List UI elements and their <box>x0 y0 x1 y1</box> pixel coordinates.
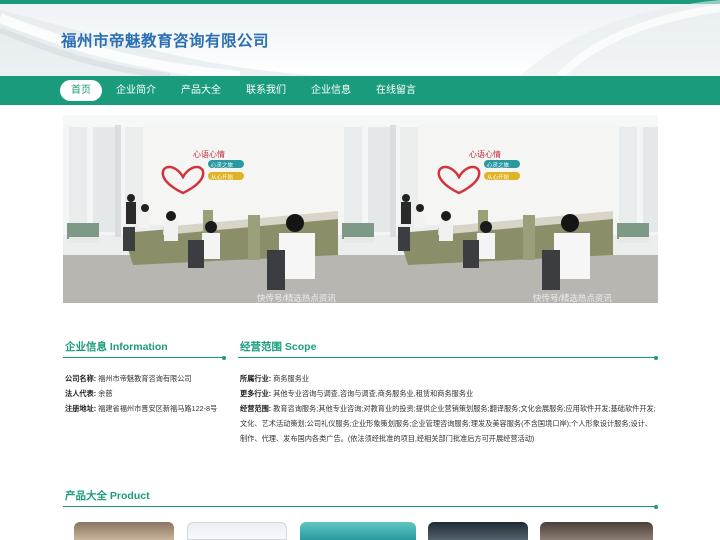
info-legal-rep: 法人代表: 余慈 <box>65 386 113 401</box>
info-legal-rep-label: 法人代表: <box>65 389 97 398</box>
products-title: 产品大全 Product <box>65 490 150 502</box>
product-thumb-3[interactable] <box>300 522 416 540</box>
product-thumb-1[interactable] <box>74 522 174 540</box>
scope-industry-label: 所属行业: <box>240 374 272 383</box>
scope-industry-value: 商务服务业 <box>273 374 310 383</box>
product-thumb-2[interactable] <box>187 522 287 540</box>
scope-title: 经营范围 Scope <box>240 341 317 353</box>
nav-item-about[interactable]: 企业简介 <box>105 80 167 101</box>
nav-item-message[interactable]: 在线留言 <box>365 80 427 101</box>
products-rule-dot <box>654 504 658 509</box>
wall-slogan-2a: 从心开始 <box>211 173 234 181</box>
office-photo: 心语心情 心语心情 心灵之旅 从心开始 心灵之旅 从心开始 <box>63 115 658 303</box>
nav-item-products[interactable]: 产品大全 <box>170 80 232 101</box>
product-thumb-5[interactable] <box>540 522 653 540</box>
wall-slogan-2b: 从心开始 <box>487 173 510 181</box>
wall-text-1: 心语心情 <box>193 149 225 159</box>
scope-rule-dot <box>654 355 658 360</box>
company-info-rule-dot <box>222 355 226 360</box>
products-rule <box>63 506 658 507</box>
scope-more-label: 更多行业: <box>240 389 272 398</box>
info-address-value: 福建省福州市晋安区新福马路122-8号 <box>98 404 218 413</box>
scope-rule <box>238 357 658 358</box>
nav-list: 首页 企业简介 产品大全 联系我们 企业信息 在线留言 <box>60 80 430 101</box>
nav-item-company-info[interactable]: 企业信息 <box>300 80 362 101</box>
company-info-title: 企业信息 Information <box>65 341 168 353</box>
scope-business: 经营范围: 教育咨询服务;其他专业咨询;对教育业的投资;提供企业营销策划服务;翻… <box>240 401 658 446</box>
scope-more-industry: 更多行业: 其他专业咨询与调查,咨询与调查,商务服务业,租赁和商务服务业 <box>240 386 473 401</box>
info-company-name-value: 福州市帝魅教育咨询有限公司 <box>98 374 192 383</box>
site-title[interactable]: 福州市帝魅教育咨询有限公司 <box>61 29 269 51</box>
info-address-label: 注册地址: <box>65 404 97 413</box>
site-header: 福州市帝魅教育咨询有限公司 <box>0 0 720 76</box>
product-thumb-4[interactable] <box>428 522 528 540</box>
wall-slogan-1a: 心灵之旅 <box>211 161 234 169</box>
company-info-rule <box>63 357 226 358</box>
banner-watermark-2: 快传号/精选热点资讯 <box>533 293 612 303</box>
info-address: 注册地址: 福建省福州市晋安区新福马路122-8号 <box>65 401 217 416</box>
nav-item-home[interactable]: 首页 <box>60 80 102 101</box>
banner-watermark-1: 快传号/精选热点资讯 <box>257 293 336 303</box>
wall-slogan-1b: 心灵之旅 <box>487 161 510 169</box>
main-nav: 首页 企业简介 产品大全 联系我们 企业信息 在线留言 <box>0 76 720 105</box>
scope-industry: 所属行业: 商务服务业 <box>240 371 309 386</box>
info-company-name: 公司名称: 福州市帝魅教育咨询有限公司 <box>65 371 192 386</box>
nav-item-contact[interactable]: 联系我们 <box>235 80 297 101</box>
wall-text-2: 心语心情 <box>469 149 501 159</box>
scope-more-value: 其他专业咨询与调查,咨询与调查,商务服务业,租赁和商务服务业 <box>273 389 474 398</box>
info-company-name-label: 公司名称: <box>65 374 97 383</box>
product-strip <box>63 520 658 540</box>
info-legal-rep-value: 余慈 <box>98 389 113 398</box>
banner-image[interactable]: 心语心情 心语心情 心灵之旅 从心开始 心灵之旅 从心开始 快传号/精选热点资讯… <box>63 115 658 303</box>
scope-business-label: 经营范围: <box>240 404 272 413</box>
scope-business-value: 教育咨询服务;其他专业咨询;对教育业的投资;提供企业营销策划服务;翻译服务;文化… <box>240 404 656 443</box>
